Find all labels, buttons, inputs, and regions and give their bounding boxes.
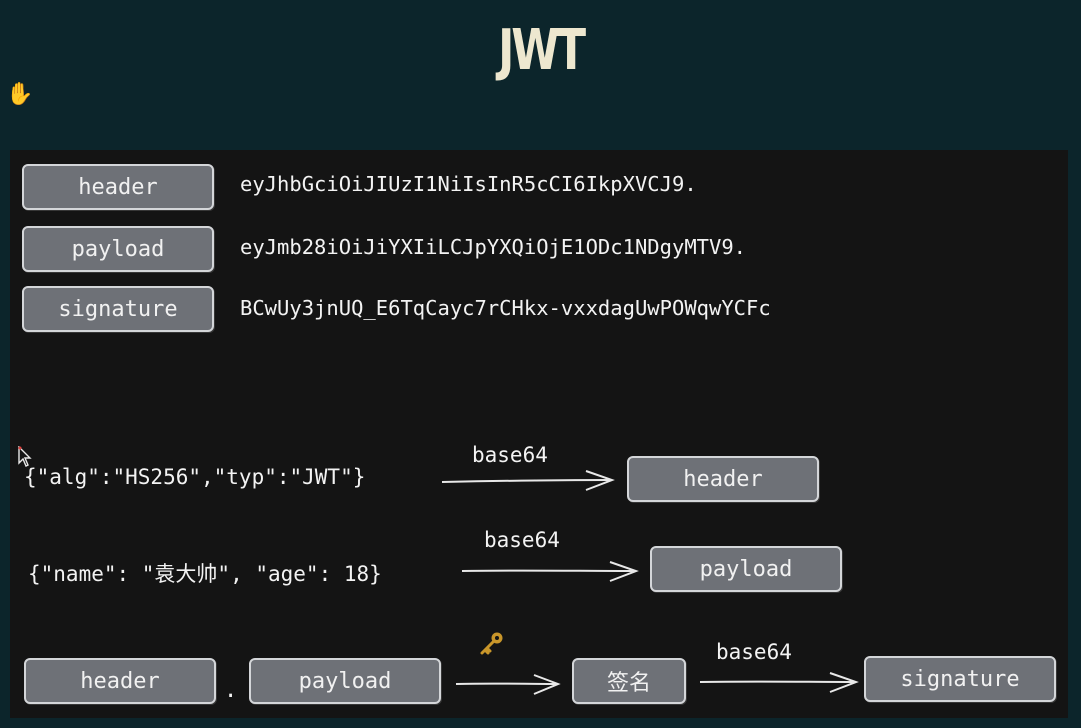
sig-input-header-box: header xyxy=(24,658,216,704)
header-token-value: eyJhbGciOiJIUzI1NiIsInR5cCI6IkpXVCJ9. xyxy=(240,172,697,196)
payload-json: {"name": "袁大帅", "age": 18} xyxy=(28,562,382,586)
key-icon xyxy=(480,632,503,655)
payload-output-box: payload xyxy=(650,546,842,592)
slide-title: JWT xyxy=(498,18,586,83)
payload-token-value: eyJmb28iOiJiYXIiLCJpYXQiOjE1ODc1NDgyMTV9… xyxy=(240,235,747,259)
header-label-box: header xyxy=(22,164,214,210)
signature-base64-label: base64 xyxy=(716,640,792,664)
payload-label-box: payload xyxy=(22,226,214,272)
whiteboard-panel: header eyJhbGciOiJIUzI1NiIsInR5cCI6IkpXV… xyxy=(10,150,1068,718)
payload-base64-label: base64 xyxy=(484,528,560,552)
sig-input-payload-box: payload xyxy=(249,658,441,704)
payload-encode-arrow xyxy=(461,561,639,582)
signature-token-value: BCwUy3jnUQ_E6TqCayc7rCHkx-vxxdagUwPOWqwY… xyxy=(240,296,771,320)
signature-output-box: signature xyxy=(864,656,1056,702)
dot-separator: . xyxy=(224,678,238,703)
header-json: {"alg":"HS256","typ":"JWT"} xyxy=(24,465,366,489)
signature-encode-arrow xyxy=(699,672,859,693)
header-encode-arrow xyxy=(441,470,615,491)
sign-box: 签名 xyxy=(572,658,686,704)
header-output-box: header xyxy=(627,456,819,502)
sign-arrow xyxy=(455,674,561,695)
hand-cursor-icon: ✋ xyxy=(6,82,34,107)
header-base64-label: base64 xyxy=(472,443,548,467)
signature-label-box: signature xyxy=(22,286,214,332)
